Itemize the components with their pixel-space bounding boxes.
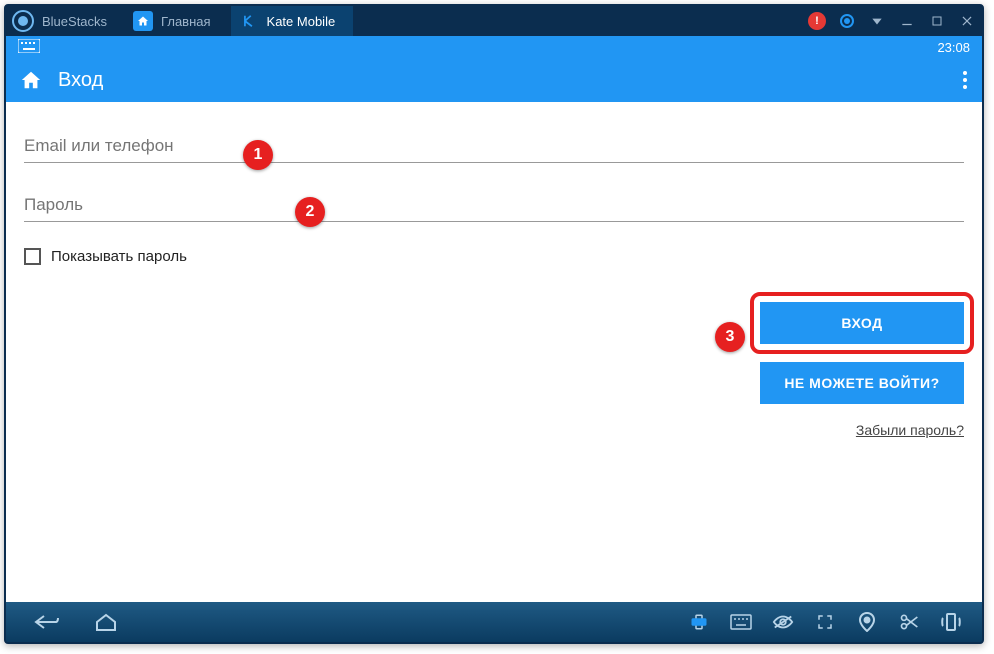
- tab-home[interactable]: Главная: [125, 6, 228, 36]
- app-viewport: 23:08 Вход Показывать пароль: [6, 36, 982, 602]
- back-button[interactable]: [16, 602, 76, 642]
- bluestacks-logo-icon: [10, 8, 36, 34]
- home-tab-icon: [133, 11, 153, 31]
- page-title: Вход: [58, 69, 103, 92]
- app-title: BlueStacks: [42, 14, 107, 29]
- notification-icon[interactable]: !: [805, 9, 829, 33]
- maximize-button[interactable]: [925, 9, 949, 33]
- rotate-icon[interactable]: [686, 609, 712, 635]
- show-password-checkbox[interactable]: [24, 248, 41, 265]
- password-input[interactable]: [24, 189, 964, 222]
- visibility-icon[interactable]: [770, 609, 796, 635]
- android-status-bar: 23:08: [6, 36, 982, 58]
- annotation-marker-3: 3: [715, 322, 745, 352]
- dropdown-icon[interactable]: [865, 9, 889, 33]
- password-row: [24, 189, 964, 222]
- login-button-label: ВХОД: [841, 315, 882, 331]
- status-clock: 23:08: [937, 40, 970, 55]
- tab-label: Kate Mobile: [267, 14, 336, 29]
- fullscreen-icon[interactable]: [812, 609, 838, 635]
- tab-label: Главная: [161, 14, 210, 29]
- record-icon[interactable]: [835, 9, 859, 33]
- android-nav-bar: [6, 602, 982, 642]
- app-header: Вход: [6, 58, 982, 102]
- login-form: Показывать пароль ВХОД НЕ МОЖЕТЕ ВОЙТИ? …: [6, 102, 982, 265]
- keyboard-icon[interactable]: [728, 609, 754, 635]
- login-button[interactable]: ВХОД: [760, 302, 964, 344]
- keyboard-status-icon: [18, 39, 42, 55]
- minimize-button[interactable]: [895, 9, 919, 33]
- home-icon[interactable]: [20, 69, 42, 91]
- close-button[interactable]: [955, 9, 979, 33]
- show-password-row: Показывать пароль: [24, 248, 964, 265]
- tab-kate-mobile[interactable]: Kate Mobile: [231, 6, 354, 36]
- forgot-password-link[interactable]: Забыли пароль?: [856, 422, 964, 438]
- bluestacks-window: BlueStacks Главная Kate Mobile ! 23:08: [4, 4, 984, 644]
- show-password-label: Показывать пароль: [51, 248, 187, 265]
- email-input[interactable]: [24, 130, 964, 163]
- annotation-marker-1: 1: [243, 140, 273, 170]
- location-icon[interactable]: [854, 609, 880, 635]
- kate-tab-icon: [239, 11, 259, 31]
- button-column: ВХОД НЕ МОЖЕТЕ ВОЙТИ? Забыли пароль?: [760, 302, 964, 440]
- scissors-icon[interactable]: [896, 609, 922, 635]
- cant-login-button[interactable]: НЕ МОЖЕТЕ ВОЙТИ?: [760, 362, 964, 404]
- annotation-marker-2: 2: [295, 197, 325, 227]
- shake-icon[interactable]: [938, 609, 964, 635]
- home-nav-button[interactable]: [76, 602, 136, 642]
- email-row: [24, 130, 964, 163]
- titlebar: BlueStacks Главная Kate Mobile !: [6, 6, 982, 36]
- overflow-menu-icon[interactable]: [962, 70, 968, 90]
